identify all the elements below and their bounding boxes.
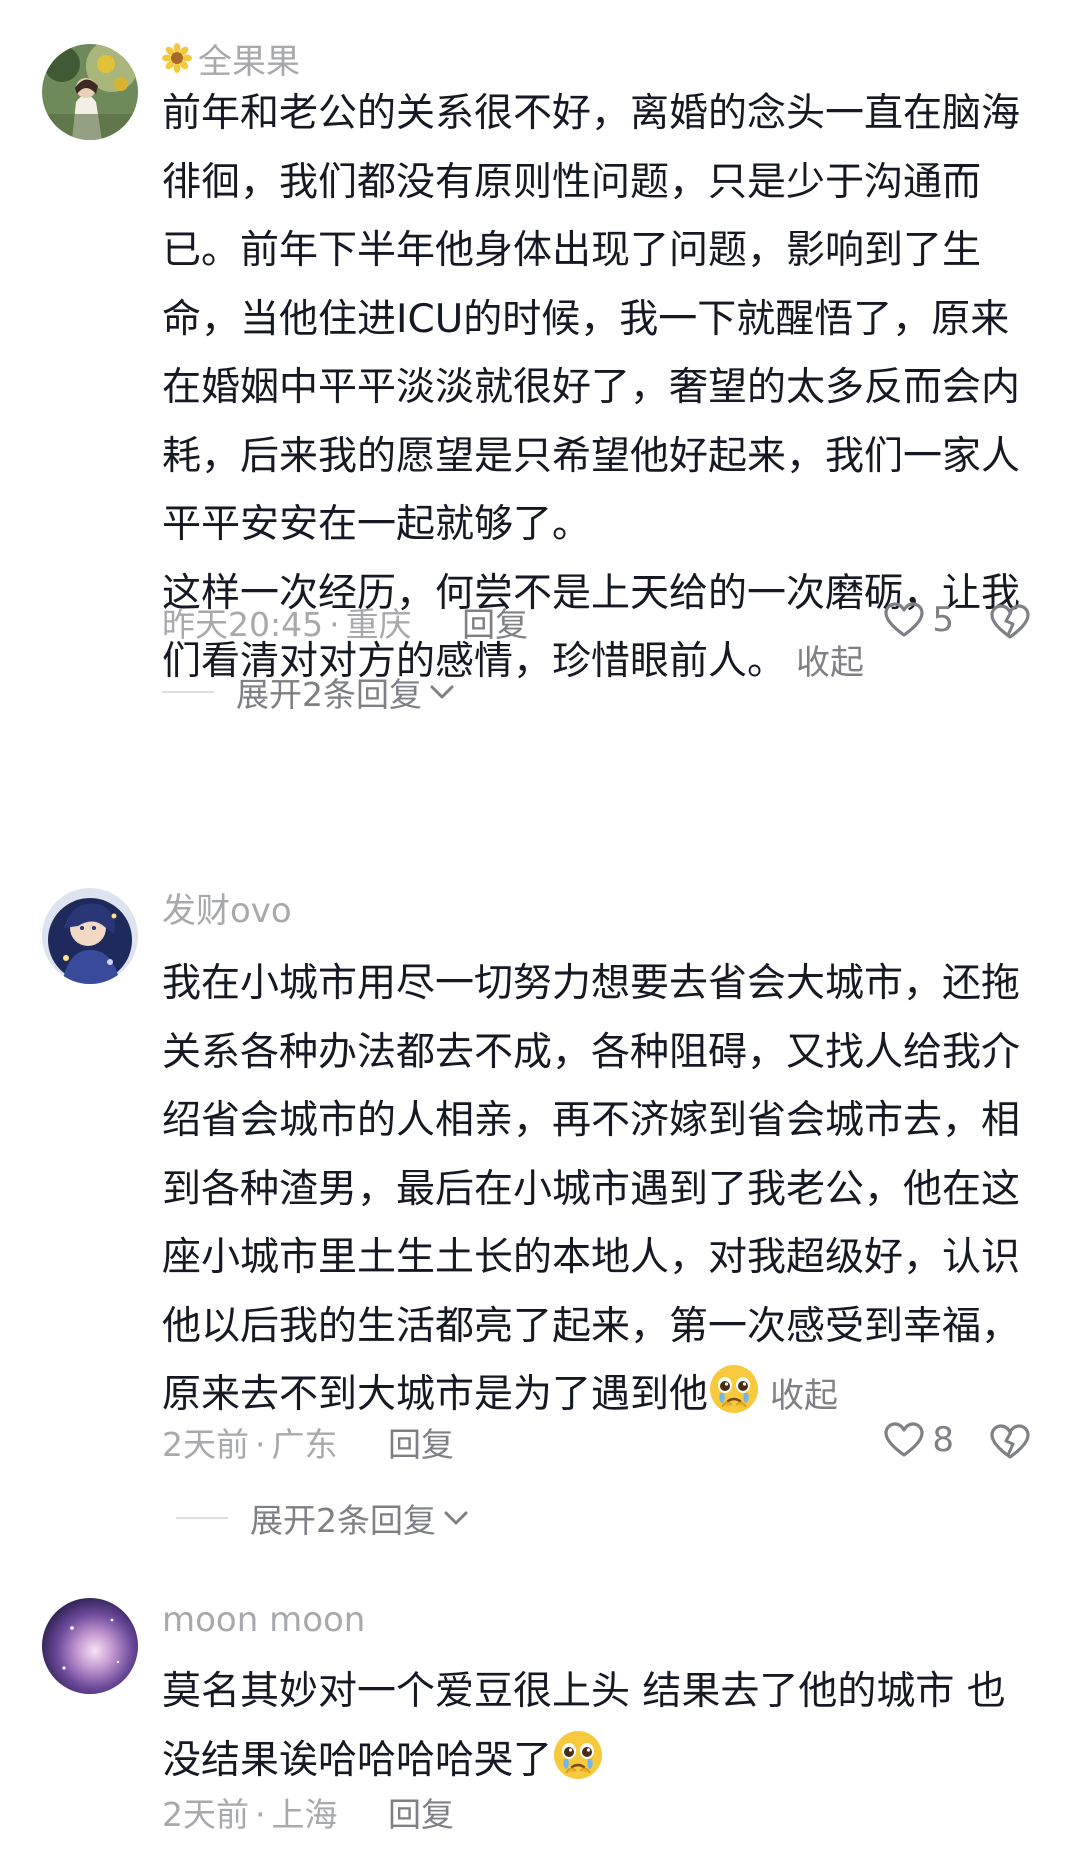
dislike-button[interactable] [990, 604, 1030, 644]
comment-text: 莫名其妙对一个爱豆很上头 结果去了他的城市 也没结果诶哈哈哈哈哭了 [162, 1658, 1037, 1795]
comment-meta: 2天前 · 广东 回复 [162, 1425, 454, 1465]
avatar[interactable] [42, 1598, 138, 1694]
expand-replies-label: 展开2条回复 [250, 1501, 436, 1540]
username-text: moon moon [162, 1600, 366, 1640]
collapse-link[interactable]: 收起 [796, 643, 864, 683]
comment-meta: 昨天20:45 · 重庆 回复 [162, 605, 528, 645]
comment-location: 广东 [271, 1425, 338, 1464]
avatar[interactable] [42, 44, 138, 140]
comment-time: 2天前 [162, 1425, 249, 1464]
reply-button[interactable]: 回复 [388, 1795, 454, 1834]
like-count: 5 [932, 600, 954, 640]
username[interactable]: 全果果 [162, 42, 300, 82]
meta-separator: · [255, 1795, 266, 1834]
comment-paragraph-text: 我在小城市用尽一切努力想要去省会大城市，还拖关系各种办法都去不成，各种阻碍，又找… [162, 961, 1021, 1417]
collapse-link[interactable]: 收起 [770, 1376, 838, 1416]
avatar[interactable] [42, 888, 138, 984]
divider-line [162, 691, 214, 693]
heart-icon [884, 602, 924, 637]
expand-replies-button[interactable]: 展开2条回复 [176, 1494, 470, 1542]
comment-location: 重庆 [345, 605, 412, 644]
pleading-face-emoji-icon [710, 1365, 759, 1413]
expand-replies-label: 展开2条回复 [236, 675, 422, 714]
reply-button[interactable]: 回复 [462, 605, 528, 644]
comment-time: 昨天20:45 [162, 605, 324, 644]
meta-separator: · [329, 605, 340, 644]
dislike-button[interactable] [990, 1424, 1030, 1464]
heart-icon [884, 1422, 924, 1457]
expand-replies-button[interactable]: 展开2条回复 [162, 668, 456, 716]
chevron-down-icon [430, 685, 454, 699]
comment-meta: 2天前 · 上海 回复 [162, 1795, 454, 1835]
reply-button[interactable]: 回复 [388, 1425, 454, 1464]
broken-heart-icon [990, 1424, 1030, 1459]
pleading-face-emoji-icon [554, 1730, 603, 1779]
like-count: 8 [932, 1420, 954, 1460]
like-button[interactable]: 8 [884, 1420, 954, 1460]
comment-text: 我在小城市用尽一切努力想要去省会大城市，还拖关系各种办法都去不成，各种阻碍，又找… [162, 950, 1037, 1431]
divider-line [176, 1517, 228, 1519]
username[interactable]: moon moon [162, 1600, 365, 1640]
chevron-down-icon [444, 1511, 468, 1525]
comment-paragraph: 前年和老公的关系很不好，离婚的念头一直在脑海徘徊，我们都没有原则性问题，只是少于… [162, 91, 1021, 547]
sunflower-icon [162, 42, 192, 82]
comment-paragraph: 莫名其妙对一个爱豆很上头 结果去了他的城市 也没结果诶哈哈哈哈哭了 [162, 1658, 1037, 1795]
username[interactable]: 发财ovo [162, 891, 292, 931]
comment-time: 2天前 [162, 1795, 249, 1834]
comment-paragraph: 我在小城市用尽一切努力想要去省会大城市，还拖关系各种办法都去不成，各种阻碍，又找… [162, 950, 1037, 1431]
like-button[interactable]: 5 [884, 600, 954, 640]
meta-separator: · [255, 1425, 266, 1464]
username-text: 发财ovo [162, 891, 292, 931]
broken-heart-icon [990, 604, 1030, 639]
comment-location: 上海 [271, 1795, 338, 1834]
username-text: 全果果 [198, 42, 300, 82]
